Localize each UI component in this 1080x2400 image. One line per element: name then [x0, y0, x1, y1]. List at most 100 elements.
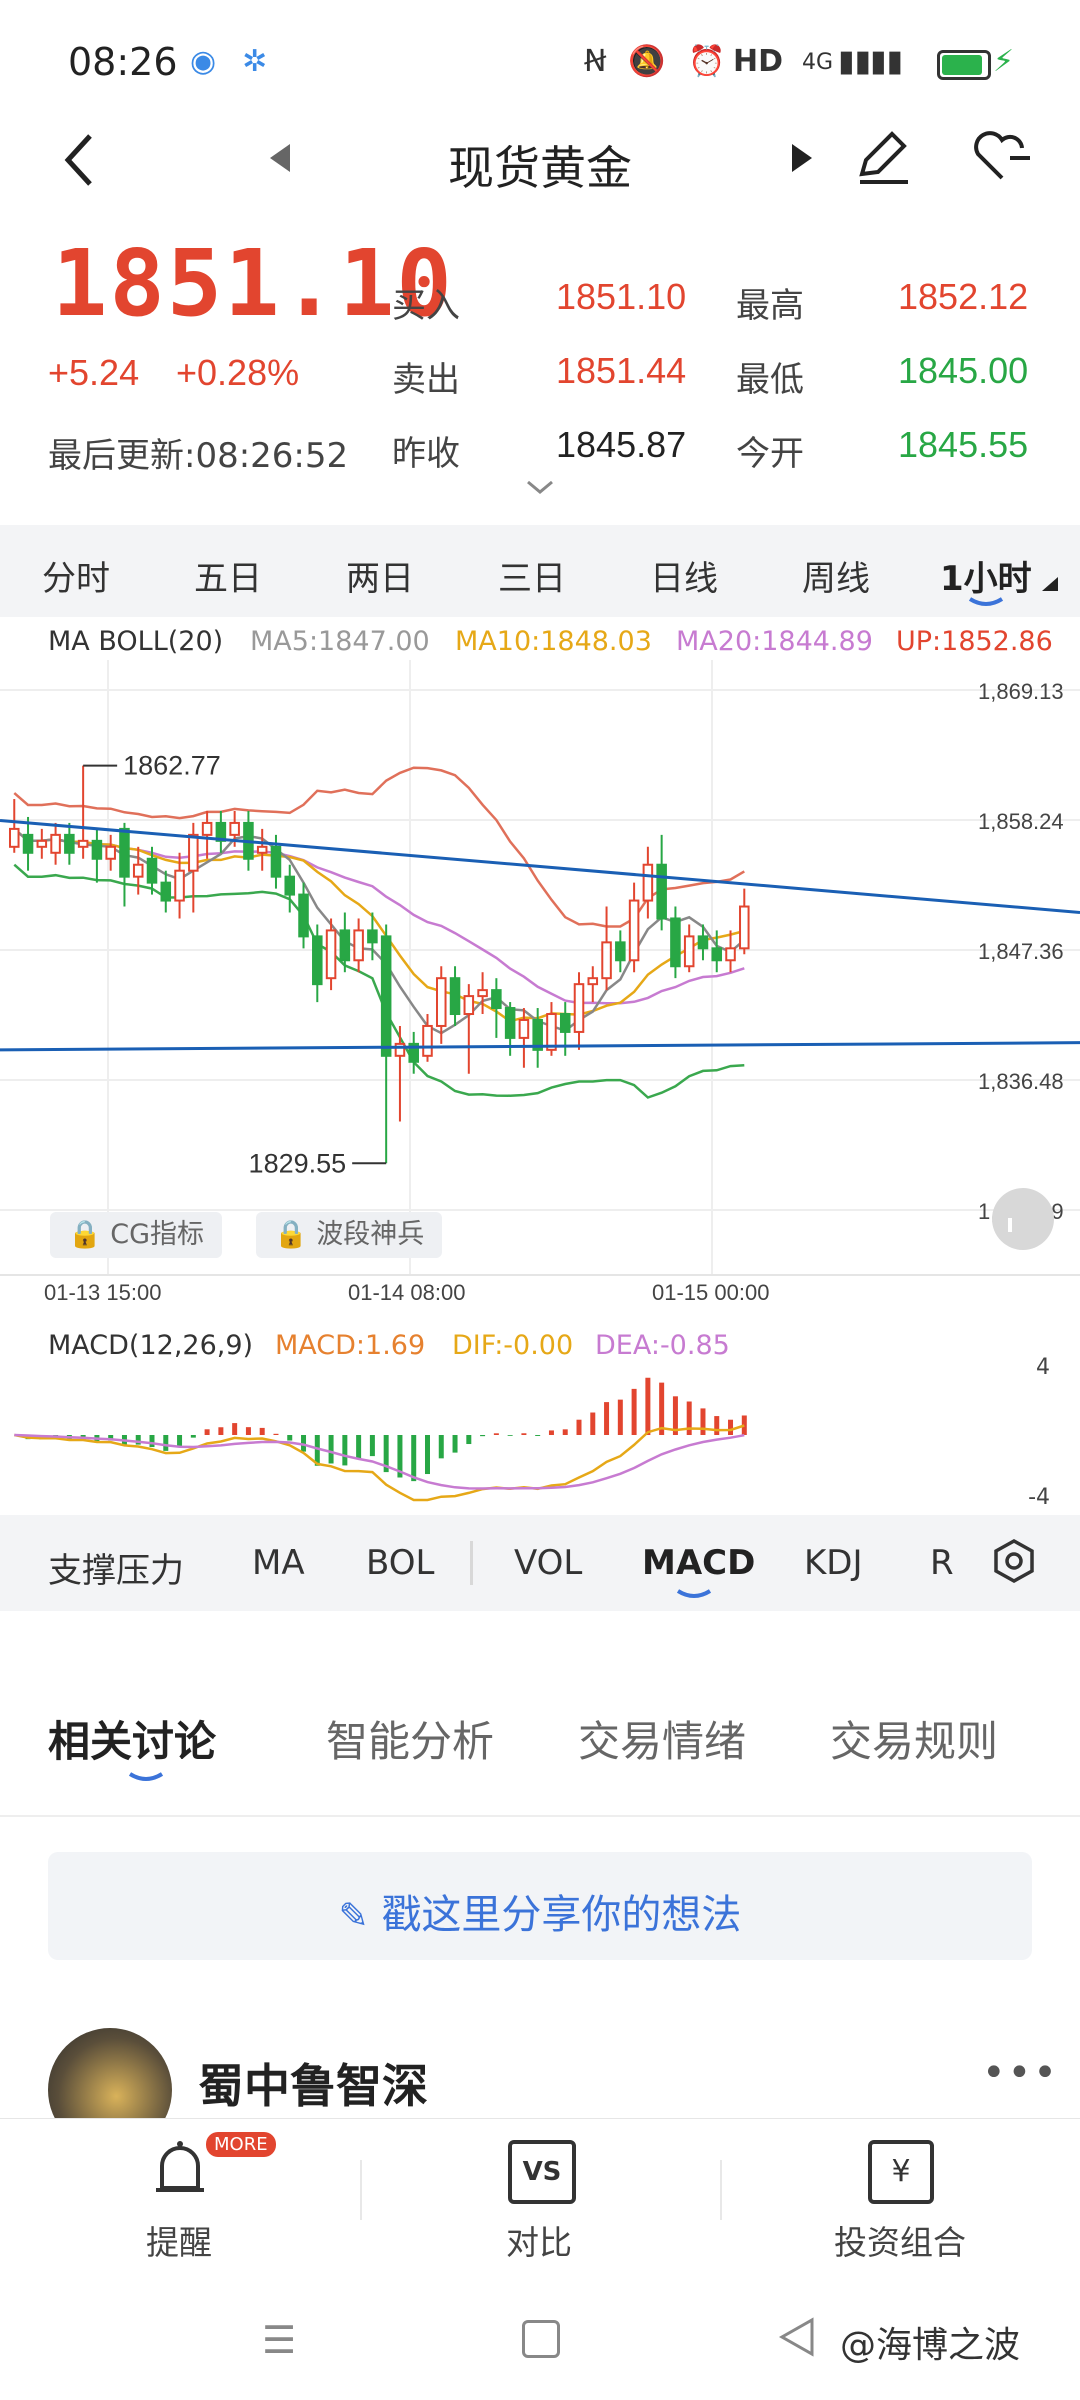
tab-discussion[interactable]: 相关讨论: [48, 1708, 216, 1769]
indicator-tabs: 支撑压力 MA BOL VOL MACD KDJ R: [0, 1515, 1080, 1611]
price-change-pct: +0.28%: [176, 352, 300, 393]
candle-body: [697, 935, 709, 950]
divider: [0, 1815, 1080, 1817]
candle-body: [36, 839, 48, 848]
y-tick-label: 1,836.48: [978, 1069, 1064, 1094]
nfc-icon: Ꞥ: [584, 44, 607, 79]
tab-kdj[interactable]: KDJ: [804, 1543, 863, 1583]
tab-vol[interactable]: VOL: [514, 1543, 582, 1583]
signal-bars-2-icon: ▮▮: [870, 44, 904, 79]
home-icon[interactable]: [522, 2320, 560, 2358]
macd-label: MACD(12,26,9): [48, 1330, 253, 1361]
candle-body: [656, 863, 667, 920]
candle-body: [518, 1018, 530, 1039]
status-time: 08:26: [68, 40, 178, 84]
username[interactable]: 蜀中鲁智深: [198, 2050, 428, 2116]
candle-body: [160, 881, 172, 902]
tab-divider: [470, 1541, 473, 1585]
page-title: 现货黄金: [448, 141, 632, 195]
tab-smart-analysis[interactable]: 智能分析: [326, 1708, 494, 1769]
candle-body: [229, 821, 240, 836]
candle-body: [587, 977, 599, 986]
tab-timeshare[interactable]: 分时: [42, 551, 110, 600]
candle-body: [725, 947, 736, 962]
cg-indicator-tag[interactable]: 🔒 CG指标: [50, 1212, 222, 1258]
candle-body: [50, 833, 61, 854]
tab-five-day[interactable]: 五日: [194, 551, 262, 600]
post-placeholder[interactable]: ✎ 戳这里分享你的想法: [0, 1882, 1080, 1940]
open-label: 今开: [736, 434, 804, 474]
candle-body: [119, 827, 130, 878]
active-tab-indicator: [968, 597, 1004, 606]
candle-body: [105, 845, 116, 860]
high-label: 最高: [736, 286, 804, 326]
tab-daily[interactable]: 日线: [650, 551, 718, 600]
tab-ma[interactable]: MA: [252, 1543, 305, 1583]
tab-support-resistance[interactable]: 支撑压力: [48, 1543, 184, 1592]
battery-icon: [937, 50, 991, 80]
signal-bars-icon: ▮▮: [838, 44, 872, 79]
candle-body: [325, 929, 337, 980]
candle-body: [615, 941, 626, 962]
active-tab-indicator: [676, 1589, 712, 1598]
candle-body: [77, 839, 89, 848]
tab-one-hour[interactable]: 1小时: [940, 551, 1032, 600]
high-marker-label: 1862.77: [123, 751, 221, 781]
y-tick-label: 1,858.24: [978, 809, 1064, 834]
watermark: @海博之波: [840, 2325, 1021, 2366]
pencil-icon: ✎: [338, 1896, 369, 1937]
candle-body: [353, 929, 364, 962]
price-chart[interactable]: MA BOLL(20) MA5:1847.00 MA10:1848.03 MA2…: [0, 620, 1080, 1510]
expand-icon: [1008, 1218, 1012, 1232]
next-instrument-button[interactable]: [790, 142, 814, 178]
candle-body: [449, 977, 461, 1016]
tab-two-day[interactable]: 两日: [346, 551, 414, 600]
alarm-icon: ⏰: [688, 44, 726, 79]
ma5-legend: MA5:1847.00: [250, 626, 430, 657]
vs-icon[interactable]: VS: [508, 2140, 576, 2204]
tab-three-day[interactable]: 三日: [498, 551, 566, 600]
tab-r[interactable]: R: [930, 1543, 954, 1583]
tab-rules[interactable]: 交易规则: [830, 1708, 998, 1769]
expand-quote-button[interactable]: [526, 480, 554, 500]
back-triangle-icon[interactable]: [776, 2316, 816, 2358]
x-tick-label: 01-13 15:00: [44, 1280, 161, 1305]
portfolio-icon[interactable]: ¥: [868, 2140, 934, 2204]
edit-button[interactable]: [852, 124, 912, 192]
candle-body: [711, 947, 723, 962]
compare-label[interactable]: 对比: [506, 2216, 572, 2264]
low-label: 最低: [736, 360, 804, 400]
candle-body: [683, 935, 695, 968]
lock-icon: 🔒: [68, 1219, 102, 1250]
tab-bol[interactable]: BOL: [366, 1543, 434, 1583]
candle-body: [284, 875, 296, 896]
prev-close-value: 1845.87: [556, 424, 687, 465]
fullscreen-button[interactable]: [992, 1188, 1054, 1250]
tab-weekly[interactable]: 周线: [802, 551, 870, 600]
more-options-icon[interactable]: •••: [982, 2050, 1059, 2096]
settings-hexagon-icon[interactable]: [990, 1537, 1038, 1585]
candle-body: [394, 1042, 406, 1057]
candle-body: [463, 995, 475, 1016]
portfolio-label[interactable]: 投资组合: [834, 2216, 966, 2264]
price-change: +5.24: [48, 352, 140, 393]
candle-body: [174, 869, 185, 902]
sell-label: 卖出: [392, 360, 460, 400]
candle-body: [339, 929, 351, 962]
y-tick-label: 1,869.13: [978, 679, 1064, 704]
tab-sentiment[interactable]: 交易情绪: [578, 1708, 746, 1769]
candle-body: [312, 935, 323, 986]
favorite-button[interactable]: [970, 126, 1034, 190]
remind-label[interactable]: 提醒: [146, 2216, 212, 2264]
active-tab-indicator: [128, 1772, 164, 1781]
candle-body: [739, 905, 750, 950]
candle-body: [64, 833, 75, 854]
heart-plus-icon: [974, 131, 1030, 180]
menu-icon[interactable]: ☰: [262, 2318, 296, 2362]
candle-body: [91, 839, 103, 860]
remind-button[interactable]: [150, 2136, 210, 2210]
tab-macd[interactable]: MACD: [642, 1543, 755, 1583]
signal-icon: 4G: [802, 50, 834, 75]
wave-tag[interactable]: 🔒 波段神兵: [256, 1212, 443, 1258]
bell-icon: [156, 2141, 204, 2192]
